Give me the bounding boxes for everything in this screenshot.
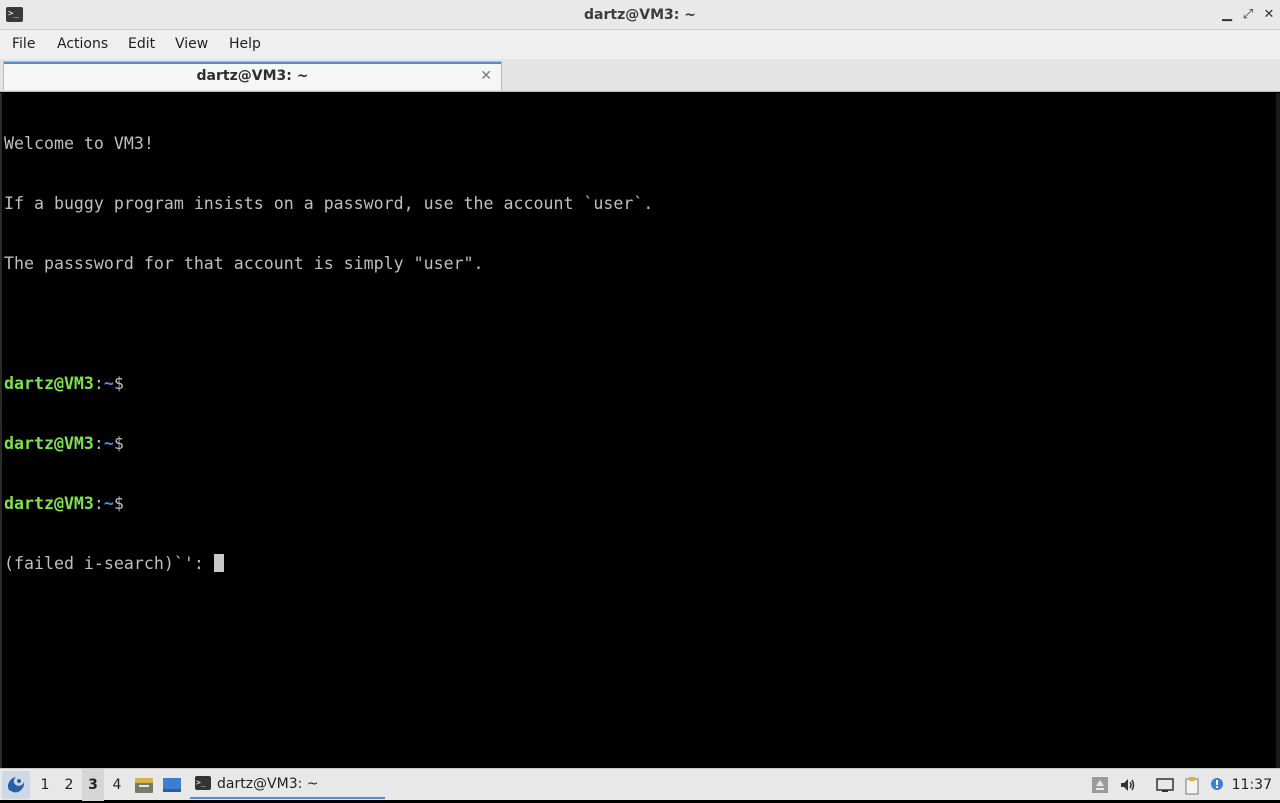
title-bar[interactable]: >_ dartz@VM3: ~ ▁ ⤢ ✕ [0,0,1280,30]
task-label: dartz@VM3: ~ [217,776,319,792]
prompt-line: dartz@VM3:~$ [4,434,653,454]
text-cursor [213,554,224,572]
prompt-separator: : [93,494,104,513]
terminal-scrollbar[interactable] [1276,93,1280,768]
minimize-icon[interactable]: ▁ [1218,6,1236,24]
start-menu-button[interactable] [2,771,30,799]
tray-arrow-icon[interactable] [1090,775,1110,795]
workspace-4[interactable]: 4 [106,769,128,801]
menu-actions[interactable]: Actions [52,30,113,59]
prompt-line: dartz@VM3:~$ [4,494,653,514]
volume-icon[interactable] [1118,775,1138,795]
tab-bar: dartz@VM3: ~ ✕ [0,59,1280,92]
tab-label: dartz@VM3: ~ [196,68,309,84]
clock[interactable]: 11:37 [1232,769,1272,801]
network-icon[interactable] [1155,775,1175,795]
terminal-output[interactable]: Welcome to VM3! If a buggy program insis… [0,93,1276,768]
menu-view[interactable]: View [170,30,213,59]
tab-terminal[interactable]: dartz@VM3: ~ ✕ [3,61,502,90]
file-manager-icon[interactable] [133,774,155,796]
taskbar-task-terminal[interactable]: >_ dartz@VM3: ~ [190,770,385,799]
prompt-line: dartz@VM3:~$ [4,374,653,394]
menu-file[interactable]: File [7,30,40,59]
workspace-3[interactable]: 3 [82,769,104,801]
prompt-path: ~ [103,434,114,453]
prompt-path: ~ [103,374,114,393]
notification-icon[interactable] [1207,775,1227,795]
restore-icon[interactable]: ⤢ [1239,6,1257,24]
prompt-user: dartz@VM3 [4,494,94,513]
prompt-symbol: $ [113,494,124,513]
tab-close-icon[interactable]: ✕ [480,67,492,85]
menu-edit[interactable]: Edit [123,30,160,59]
banner-line [4,314,653,334]
taskbar: 1 2 3 4 >_ dartz@VM3: ~ 11:37 [0,768,1280,801]
terminal-icon: >_ [195,776,211,790]
prompt-path: ~ [103,494,114,513]
search-line[interactable]: (failed i-search)`': [4,554,653,574]
workspace-2[interactable]: 2 [58,769,80,801]
workspace-1[interactable]: 1 [34,769,56,801]
banner-line: If a buggy program insists on a password… [4,194,654,213]
lxqt-logo-icon [7,777,25,793]
search-prompt-text: (failed i-search)`': [4,554,214,573]
prompt-user: dartz@VM3 [4,374,94,393]
banner-line: The passsword for that account is simply… [4,254,484,273]
prompt-symbol: $ [113,374,124,393]
terminal-window: >_ dartz@VM3: ~ ▁ ⤢ ✕ File Actions Edit … [0,0,1280,768]
window-title: dartz@VM3: ~ [584,7,696,23]
close-icon[interactable]: ✕ [1260,6,1278,24]
menu-help[interactable]: Help [224,30,266,59]
prompt-symbol: $ [113,434,124,453]
clipboard-icon[interactable] [1182,775,1202,795]
show-desktop-icon[interactable] [161,774,183,796]
prompt-separator: : [93,434,104,453]
banner-line: Welcome to VM3! [4,134,154,153]
prompt-separator: : [93,374,104,393]
prompt-user: dartz@VM3 [4,434,94,453]
menu-bar: File Actions Edit View Help [0,30,1280,59]
